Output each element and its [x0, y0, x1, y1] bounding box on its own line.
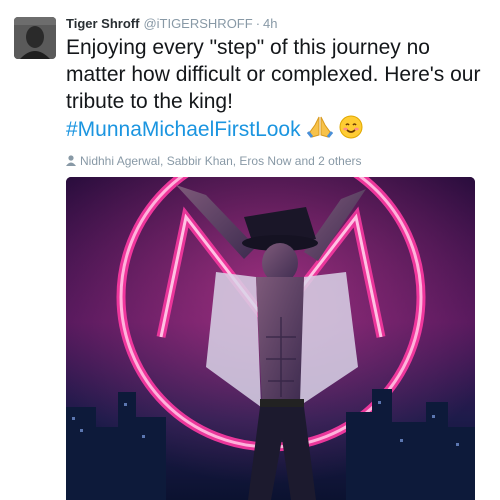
author-name[interactable]: Tiger Shroff	[66, 16, 139, 31]
tweet-header: Tiger Shroff @iTIGERSHROFF · 4h	[66, 16, 278, 31]
tweet-media-poster[interactable]	[66, 177, 475, 500]
tweet-body: Enjoying every "step" of this journey no…	[66, 36, 481, 113]
header-separator: ·	[255, 16, 261, 31]
tagged-users[interactable]: Nidhhi Agerwal, Sabbir Khan, Eros Now an…	[66, 154, 362, 169]
poster-image	[66, 177, 475, 500]
tweet-text: Enjoying every "step" of this journey no…	[66, 34, 486, 146]
smiling-face-emoji	[339, 115, 363, 146]
hashtag-link[interactable]: #MunnaMichaelFirstLook	[66, 118, 301, 141]
tweet-timestamp[interactable]: 4h	[263, 16, 277, 31]
tagged-users-text: Nidhhi Agerwal, Sabbir Khan, Eros Now an…	[80, 154, 362, 168]
folded-hands-emoji	[306, 115, 333, 146]
tweet: Tiger Shroff @iTIGERSHROFF · 4h Enjoying ev…	[0, 0, 500, 500]
author-handle[interactable]: @iTIGERSHROFF	[143, 16, 252, 31]
author-avatar[interactable]	[14, 17, 56, 59]
user-icon	[66, 155, 76, 169]
